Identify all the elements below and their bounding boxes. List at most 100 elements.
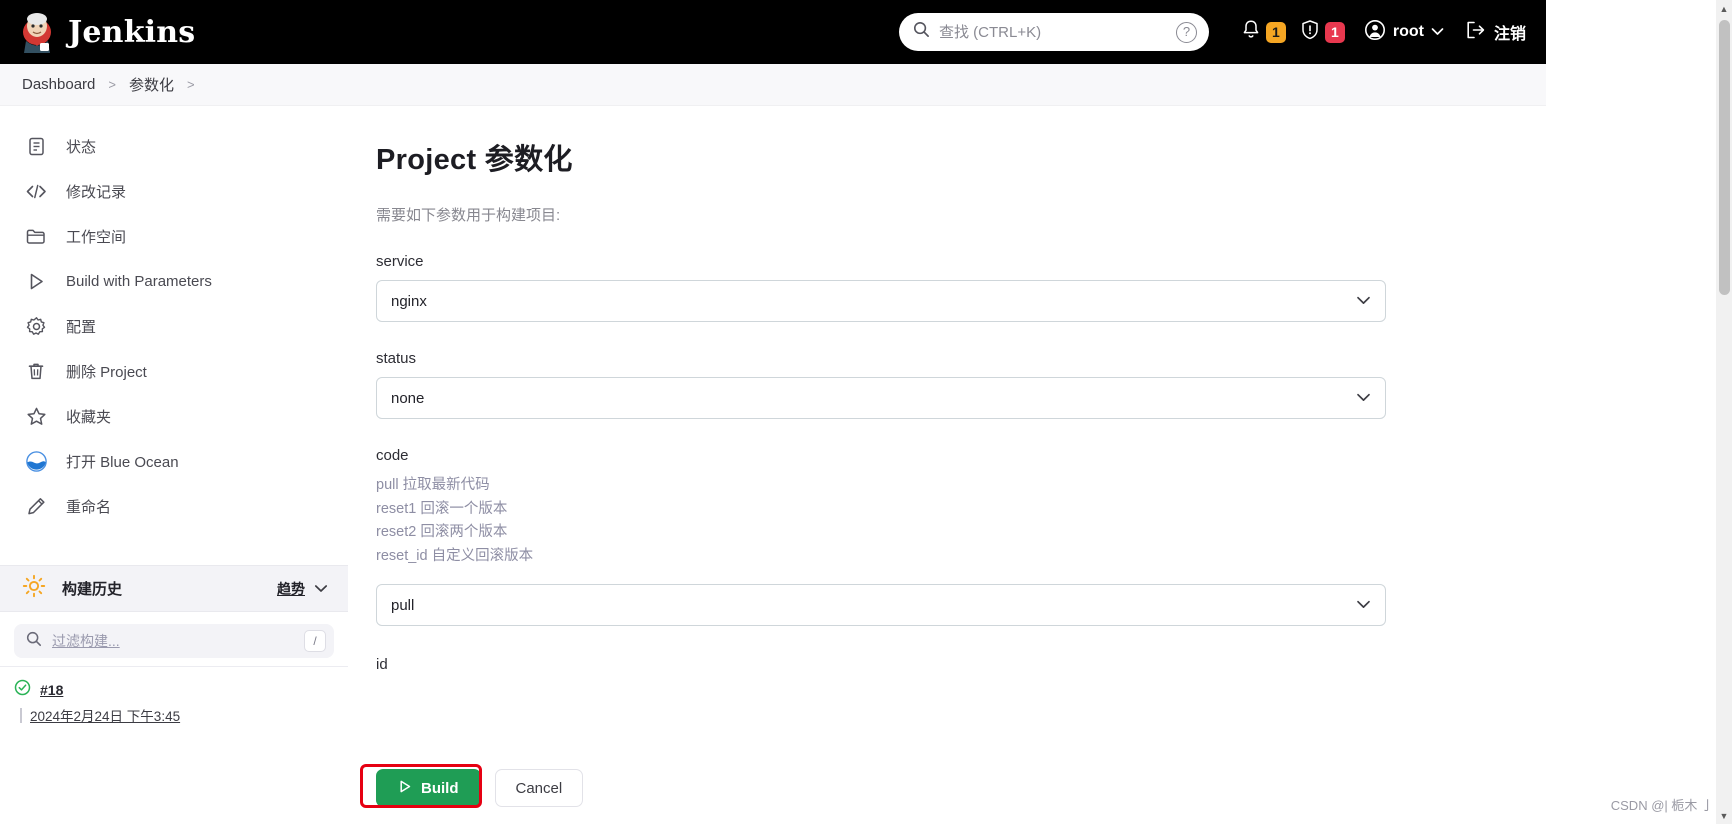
sidebar-item-label: 重命名 [66,499,112,516]
sidebar-item-rename[interactable]: 重命名 [0,484,348,529]
build-timeline-bar [20,707,22,723]
build-filter-box[interactable]: / [14,624,334,658]
search-icon [26,631,42,652]
sidebar-item-delete-project[interactable]: 删除 Project [0,349,348,394]
security-button[interactable]: 1 [1293,19,1352,45]
sidebar-item-status[interactable]: 状态 [0,124,348,169]
breadcrumb: Dashboard > 参数化 > [0,64,1546,106]
brand-home-link[interactable]: Jenkins [0,11,195,53]
header-icon-group: 1 1 root 注销 [1234,0,1534,64]
build-status-success-icon [14,679,31,701]
sidebar-item-label: 修改记录 [66,184,127,201]
build-date-link[interactable]: 2024年2月24日 下午3:45 [30,705,180,725]
cancel-button[interactable]: Cancel [494,769,584,807]
chevron-down-icon[interactable] [314,580,328,598]
folder-icon [24,225,48,249]
build-button[interactable]: Build [376,769,481,807]
shield-alert-icon [1300,19,1320,45]
form-action-bar: Build Cancel [348,752,1546,824]
select-value: pull [391,596,415,614]
page-title: Project 参数化 [376,144,573,176]
field-description-line: reset_id 自定义回滚版本 [376,547,534,564]
search-box[interactable]: ? [899,13,1209,51]
build-history-trend-link[interactable]: 趋势 [277,579,305,599]
build-number-link[interactable]: #18 [40,682,63,698]
sidebar-item-blue-ocean[interactable]: 打开 Blue Ocean [0,439,348,484]
sidebar-item-label: 工作空间 [66,229,127,246]
breadcrumb-separator-icon: > [108,77,116,92]
star-icon [24,405,48,429]
sidebar-nav: 状态 修改记录 工作空间 Build with Parameters 配置 删除… [0,106,348,529]
field-id: id [376,656,1506,673]
notifications-button[interactable]: 1 [1234,19,1293,45]
user-name-label: root [1392,23,1424,40]
service-select[interactable]: nginx [376,280,1386,322]
build-date-row[interactable]: 2024年2月24日 下午3:45 [0,702,348,728]
sidebar-item-build-with-parameters[interactable]: Build with Parameters [0,259,348,304]
sidebar-item-label: Build with Parameters [66,273,212,290]
watermark: CSDN @| 栀木 亅 [1610,798,1714,813]
jenkins-page: Jenkins ? 1 1 [0,0,1732,824]
field-description-line: reset2 回滚两个版本 [376,524,508,540]
sidebar-item-label: 打开 Blue Ocean [66,454,179,471]
user-avatar-icon [1364,19,1386,46]
blue-ocean-icon [24,450,48,474]
sidebar-item-configure[interactable]: 配置 [0,304,348,349]
search-input[interactable] [939,23,1167,41]
sidebar-item-label: 删除 Project [66,364,147,381]
sun-weather-icon [22,574,46,603]
sidebar-item-label: 状态 [66,139,97,156]
filter-shortcut-key: / [304,630,326,652]
page-description: 需要如下参数用于构建项目: [376,207,561,224]
breadcrumb-separator-icon-2: > [187,77,195,92]
build-filter-wrap: / [0,612,348,670]
browser-viewport: Jenkins ? 1 1 [0,0,1546,824]
security-badge: 1 [1324,21,1345,43]
gear-icon [24,315,48,339]
select-value: nginx [391,292,427,310]
list-item[interactable]: #18 [0,678,348,702]
body-area: 状态 修改记录 工作空间 Build with Parameters 配置 删除… [0,106,1546,824]
sidebar-item-favorites[interactable]: 收藏夹 [0,394,348,439]
trash-icon [24,360,48,384]
logout-label: 注销 [1493,26,1526,43]
scroll-down-arrow-icon[interactable]: ▼ [1716,807,1732,824]
build-history-list: #18 2024年2月24日 下午3:45 [0,666,348,728]
field-label: code [376,447,409,464]
field-label: id [376,656,388,673]
field-service: service nginx [376,253,1506,322]
sidebar-item-workspace[interactable]: 工作空间 [0,214,348,259]
help-icon[interactable]: ? [1176,21,1197,43]
build-button-label: Build [421,779,459,797]
play-icon [398,779,412,798]
logout-icon [1465,20,1486,45]
sidebar-item-changes[interactable]: 修改记录 [0,169,348,214]
sidebar: 状态 修改记录 工作空间 Build with Parameters 配置 删除… [0,106,348,824]
logout-button[interactable]: 注销 [1453,20,1534,45]
build-history-title: 构建历史 [62,581,123,598]
jenkins-logo-icon [18,11,56,53]
scroll-up-arrow-icon[interactable]: ▲ [1716,0,1732,17]
field-description-line: reset1 回滚一个版本 [376,500,508,517]
play-icon [24,270,48,294]
main-content: Project 参数化 需要如下参数用于构建项目: service nginx … [348,106,1546,824]
document-icon [24,135,48,159]
field-description-line: pull 拉取最新代码 [376,477,490,493]
sidebar-item-label: 收藏夹 [66,409,112,426]
scrollbar-thumb[interactable] [1719,20,1730,295]
status-select[interactable]: none [376,377,1386,419]
pencil-icon [24,495,48,519]
user-menu-button[interactable]: root [1352,19,1453,46]
chevron-down-icon [1356,293,1371,310]
build-filter-input[interactable] [52,633,294,649]
breadcrumb-item-dashboard[interactable]: Dashboard [22,76,95,93]
sidebar-item-label: 配置 [66,319,97,336]
field-status: status none [376,350,1506,419]
right-pane [1546,0,1732,824]
bell-icon [1241,19,1261,45]
code-select[interactable]: pull [376,584,1386,626]
field-code: code pull 拉取最新代码 reset1 回滚一个版本 reset2 回滚… [376,447,1506,626]
chevron-down-icon [1356,597,1371,614]
breadcrumb-item-project[interactable]: 参数化 [129,74,174,95]
page-scrollbar[interactable]: ▲ ▼ [1716,0,1732,824]
